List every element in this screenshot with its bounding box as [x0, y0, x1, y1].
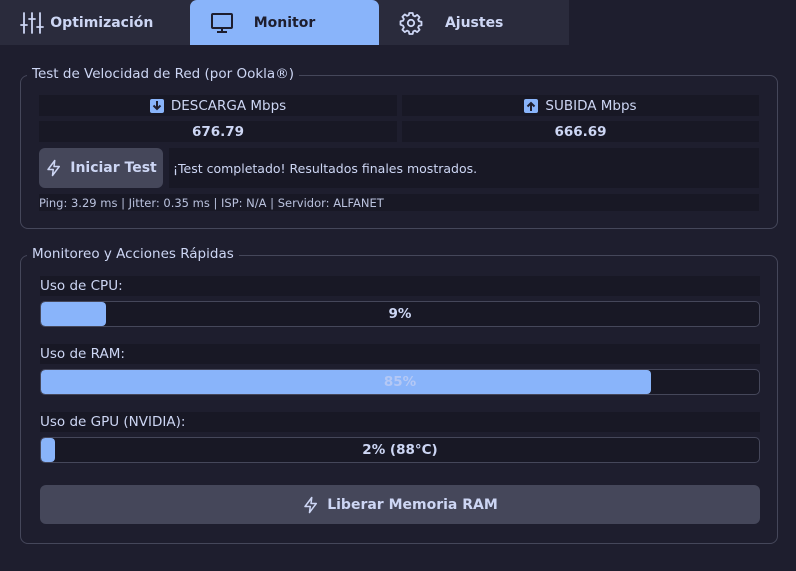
tab-label: Monitor [253, 14, 316, 31]
monitor-group: Monitoreo y Acciones Rápidas Uso de CPU:… [20, 246, 778, 544]
download-header: DESCARGA Mbps [39, 95, 397, 116]
lightning-icon [304, 496, 318, 513]
upload-value: 666.69 [402, 121, 759, 142]
cpu-progress-bar: 9% [40, 301, 760, 327]
start-test-label: Iniciar Test [70, 160, 157, 176]
tab-ajustes[interactable]: Ajustes [379, 0, 569, 45]
gpu-progress-bar: 2% (88°C) [40, 437, 760, 463]
tab-optimizacion[interactable]: Optimización [0, 0, 190, 45]
tab-bar: Optimización Monitor Ajustes [0, 0, 569, 45]
ram-label: Uso de RAM: [40, 344, 760, 364]
tab-monitor[interactable]: Monitor [189, 0, 380, 45]
upload-header: SUBIDA Mbps [402, 95, 759, 116]
download-label: DESCARGA Mbps [170, 97, 287, 114]
arrow-down-icon [149, 98, 164, 113]
cpu-progress-text: 9% [388, 306, 412, 322]
test-info: Ping: 3.29 ms | Jitter: 0.35 ms | ISP: N… [39, 194, 759, 211]
tab-label: Optimización [50, 14, 154, 31]
free-ram-button[interactable]: Liberar Memoria RAM [40, 485, 760, 524]
test-status: ¡Test completado! Resultados finales mos… [169, 148, 759, 188]
start-test-button[interactable]: Iniciar Test [39, 148, 163, 188]
arrow-up-icon [524, 98, 539, 113]
ram-progress-text: 85% [383, 374, 417, 390]
upload-label: SUBIDA Mbps [545, 97, 637, 114]
cpu-label: Uso de CPU: [40, 276, 760, 296]
speedtest-title: Test de Velocidad de Red (por Ookla®) [27, 66, 299, 82]
monitor-title: Monitoreo y Acciones Rápidas [27, 246, 239, 262]
speedtest-group: Test de Velocidad de Red (por Ookla®) DE… [20, 66, 778, 229]
download-value: 676.79 [39, 121, 397, 142]
tab-label: Ajustes [444, 14, 504, 31]
ram-progress-bar: 85% [40, 369, 760, 395]
gpu-label: Uso de GPU (NVIDIA): [40, 412, 760, 432]
free-ram-label: Liberar Memoria RAM [327, 496, 498, 513]
gpu-progress-text: 2% (88°C) [362, 442, 438, 458]
lightning-icon [47, 159, 61, 177]
